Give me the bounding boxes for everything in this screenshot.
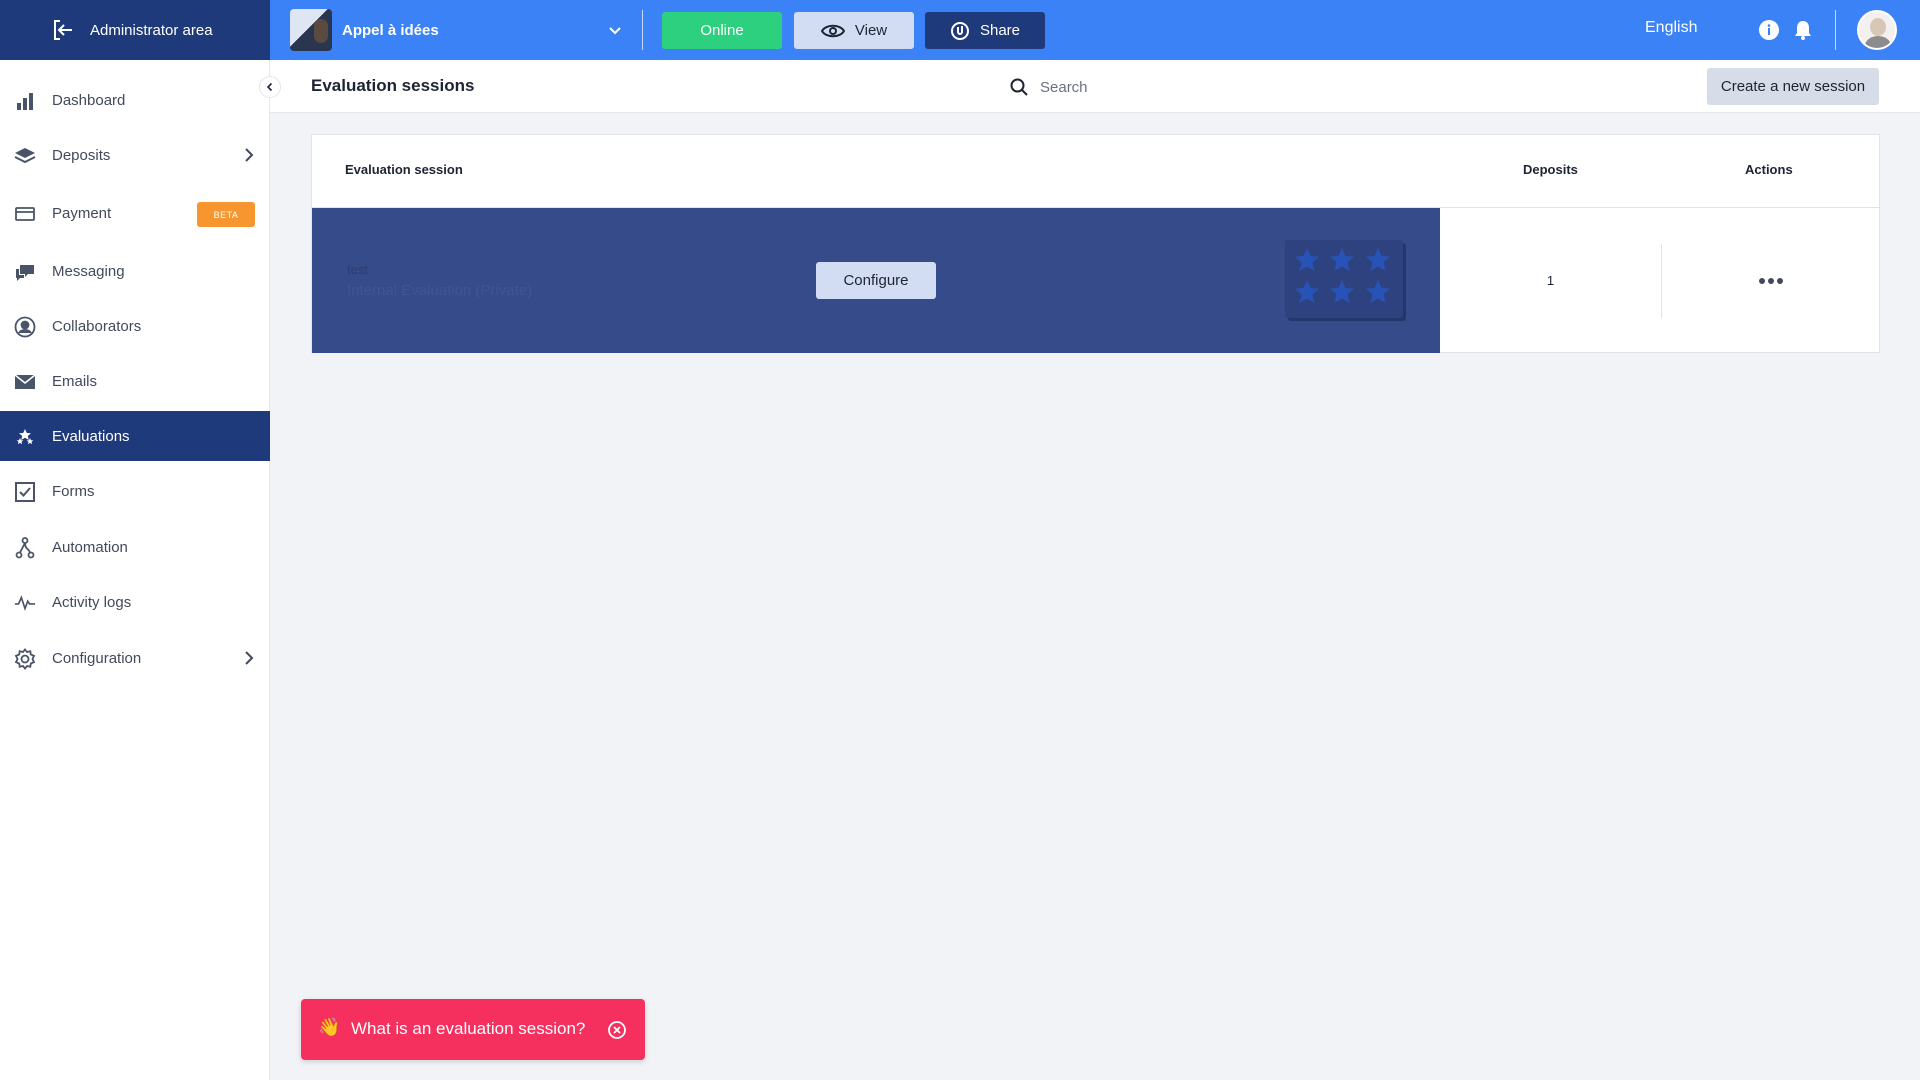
- bell-icon[interactable]: [1793, 19, 1813, 41]
- sidebar-item-label: Configuration: [52, 649, 142, 667]
- sidebar-item-label: Payment: [52, 204, 112, 222]
- more-actions-button[interactable]: [1662, 208, 1880, 353]
- chat-icon: [14, 261, 36, 283]
- help-toast[interactable]: 👋 What is an evaluation session?: [301, 999, 645, 1060]
- info-icon[interactable]: [1758, 19, 1780, 41]
- search-box[interactable]: [1010, 73, 1310, 101]
- project-selector[interactable]: Appel à idées: [290, 9, 635, 51]
- sidebar-item-evaluations[interactable]: Evaluations: [0, 411, 270, 461]
- automation-icon: [14, 537, 36, 559]
- chevron-right-icon: [245, 148, 254, 162]
- online-button[interactable]: Online: [662, 12, 782, 49]
- sidebar-item-automation[interactable]: Automation: [0, 522, 270, 572]
- configure-label: Configure: [843, 272, 909, 289]
- language-selector[interactable]: English: [1645, 19, 1697, 37]
- stars-icon: [14, 426, 36, 448]
- sidebar-item-label: Evaluations: [52, 427, 130, 445]
- create-session-button[interactable]: Create a new session: [1707, 68, 1879, 105]
- sidebar-item-label: Forms: [52, 482, 95, 500]
- sidebar-item-label: Deposits: [52, 146, 111, 164]
- view-button[interactable]: View: [794, 12, 914, 49]
- online-label: Online: [700, 22, 744, 39]
- sidebar-item-label: Dashboard: [52, 91, 126, 109]
- column-header-session: Evaluation session: [345, 162, 463, 177]
- sidebar: Dashboard Deposits Payment BETA Messagin…: [0, 60, 270, 1080]
- deposits-count: 1: [1546, 273, 1555, 288]
- divider: [1835, 10, 1836, 50]
- project-name: Appel à idées: [342, 21, 439, 39]
- eye-icon: [820, 24, 845, 37]
- divider: [642, 10, 643, 50]
- sidebar-item-label: Collaborators: [52, 317, 142, 335]
- sidebar-item-collaborators[interactable]: Collaborators: [0, 301, 270, 351]
- sidebar-item-messaging[interactable]: Messaging: [0, 246, 270, 296]
- share-button[interactable]: Share: [925, 12, 1045, 49]
- exit-arrow-icon: [54, 20, 72, 40]
- table-row[interactable]: test Internal Evaluation (Private) Confi…: [312, 208, 1440, 353]
- close-icon[interactable]: [608, 1021, 626, 1039]
- view-label: View: [854, 22, 888, 39]
- sessions-table: Evaluation session Deposits Actions test…: [311, 134, 1880, 353]
- session-type: Internal Evaluation (Private): [347, 282, 533, 299]
- chevron-down-icon: [609, 27, 621, 35]
- sidebar-item-emails[interactable]: Emails: [0, 356, 270, 406]
- avatar[interactable]: [1857, 10, 1897, 50]
- credit-card-icon: [14, 203, 36, 225]
- sidebar-item-activity-logs[interactable]: Activity logs: [0, 577, 270, 627]
- administrator-area-button[interactable]: Administrator area: [0, 0, 270, 60]
- chevron-right-icon: [245, 651, 254, 665]
- envelope-icon: [14, 371, 36, 393]
- page-title: Evaluation sessions: [311, 76, 475, 95]
- column-header-actions: Actions: [1745, 162, 1793, 177]
- session-name: test: [347, 262, 368, 277]
- sidebar-item-label: Emails: [52, 372, 98, 390]
- sidebar-item-label: Automation: [52, 538, 128, 556]
- beta-badge: BETA: [197, 202, 255, 227]
- evaluation-stars-icon: [1285, 240, 1403, 318]
- sidebar-item-payment[interactable]: Payment BETA: [0, 188, 270, 238]
- sidebar-item-dashboard[interactable]: Dashboard: [0, 75, 270, 125]
- ellipsis-icon: [1759, 277, 1783, 284]
- page-header: Evaluation sessions Create a new session: [270, 60, 1920, 113]
- administrator-area-label: Administrator area: [90, 21, 213, 39]
- user-circle-icon: [14, 316, 36, 338]
- column-header-deposits: Deposits: [1523, 162, 1578, 177]
- sidebar-item-label: Messaging: [52, 262, 125, 280]
- share-icon: [950, 21, 969, 40]
- create-session-label: Create a new session: [1720, 78, 1866, 95]
- chevron-left-icon: [266, 82, 273, 92]
- sidebar-item-configuration[interactable]: Configuration: [0, 633, 270, 683]
- checkbox-icon: [14, 481, 36, 503]
- project-thumbnail: [290, 9, 332, 51]
- bar-chart-icon: [14, 90, 36, 112]
- top-bar: Administrator area Appel à idées Online …: [0, 0, 1920, 60]
- gear-icon: [14, 648, 36, 670]
- collapse-sidebar-button[interactable]: [259, 76, 281, 98]
- sidebar-item-deposits[interactable]: Deposits: [0, 130, 270, 180]
- search-input[interactable]: [1040, 78, 1290, 96]
- sidebar-item-label: Activity logs: [52, 593, 132, 611]
- help-toast-text: What is an evaluation session?: [351, 1019, 586, 1038]
- search-icon: [1010, 78, 1028, 96]
- configure-button[interactable]: Configure: [816, 262, 936, 299]
- share-label: Share: [979, 22, 1021, 39]
- sidebar-item-forms[interactable]: Forms: [0, 466, 270, 516]
- waving-hand-icon: 👋: [318, 1017, 341, 1037]
- pulse-icon: [14, 592, 36, 614]
- layers-icon: [14, 145, 36, 167]
